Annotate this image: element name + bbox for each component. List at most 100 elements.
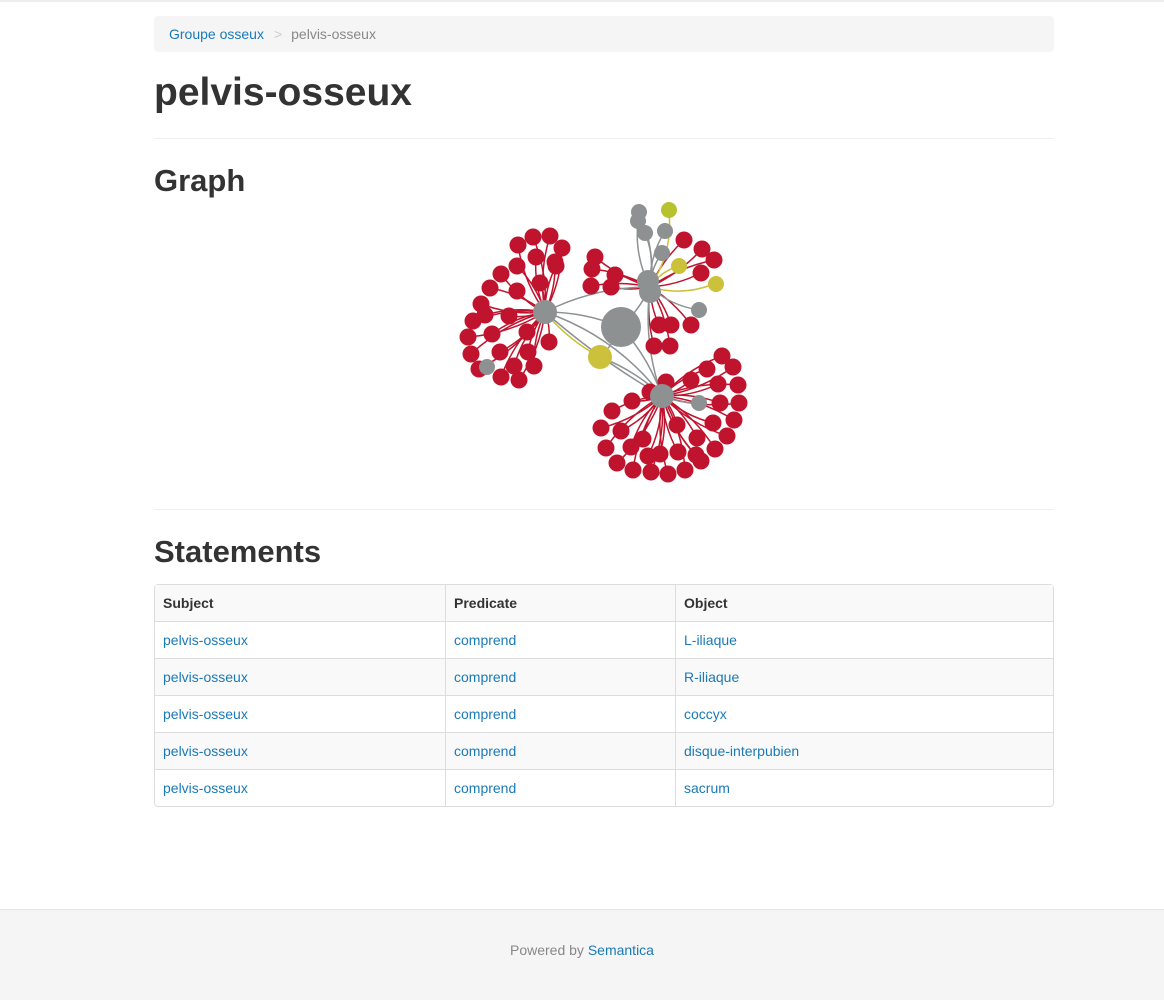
graph-node bbox=[688, 429, 706, 447]
graph-node bbox=[603, 402, 621, 420]
subject-link[interactable]: pelvis-osseux bbox=[163, 706, 248, 722]
graph-node bbox=[624, 461, 642, 479]
graph-heading: Graph bbox=[154, 163, 246, 198]
predicate-link[interactable]: comprend bbox=[454, 669, 516, 685]
subject-link[interactable]: pelvis-osseux bbox=[163, 743, 248, 759]
column-header-object: Object bbox=[675, 585, 1053, 622]
graph-node bbox=[657, 223, 673, 239]
graph-node bbox=[583, 260, 601, 278]
breadcrumb-current: pelvis-osseux bbox=[291, 26, 376, 42]
graph-node bbox=[645, 337, 663, 355]
column-header-predicate: Predicate bbox=[445, 585, 675, 622]
predicate-link[interactable]: comprend bbox=[454, 743, 516, 759]
table-row: pelvis-osseux comprend coccyx bbox=[155, 696, 1053, 733]
column-header-subject: Subject bbox=[155, 585, 445, 622]
graph-node bbox=[531, 274, 549, 292]
graph-node bbox=[691, 302, 707, 318]
graph-node bbox=[519, 343, 537, 361]
object-link[interactable]: L-iliaque bbox=[684, 632, 737, 648]
predicate-cell: comprend bbox=[445, 733, 675, 770]
graph-node bbox=[597, 439, 615, 457]
graph-node bbox=[637, 270, 659, 292]
graph-node bbox=[687, 446, 705, 464]
graph-node bbox=[509, 236, 527, 254]
graph-node bbox=[692, 264, 710, 282]
graph-node bbox=[601, 307, 641, 347]
object-cell: coccyx bbox=[675, 696, 1053, 733]
graph-node bbox=[661, 202, 677, 218]
graph-node bbox=[711, 394, 729, 412]
graph-node bbox=[705, 251, 723, 269]
predicate-cell: comprend bbox=[445, 659, 675, 696]
graph-node bbox=[602, 278, 620, 296]
footer-prefix: Powered by bbox=[510, 942, 584, 958]
object-link[interactable]: coccyx bbox=[684, 706, 727, 722]
graph-node bbox=[462, 345, 480, 363]
subject-cell: pelvis-osseux bbox=[155, 733, 445, 770]
graph-node bbox=[724, 358, 742, 376]
object-link[interactable]: sacrum bbox=[684, 780, 730, 796]
graph-node bbox=[676, 461, 694, 479]
table-row: pelvis-osseux comprend L-iliaque bbox=[155, 622, 1053, 659]
table-header-row: Subject Predicate Object bbox=[155, 585, 1053, 622]
graph-node bbox=[729, 376, 747, 394]
footer: Powered by Semantica bbox=[0, 909, 1164, 1000]
breadcrumb-separator: > bbox=[273, 26, 283, 42]
graph-node bbox=[639, 447, 657, 465]
graph-node bbox=[540, 333, 558, 351]
predicate-link[interactable]: comprend bbox=[454, 780, 516, 796]
subject-link[interactable]: pelvis-osseux bbox=[163, 632, 248, 648]
graph-node bbox=[518, 323, 536, 341]
graph-node bbox=[623, 392, 641, 410]
breadcrumb-link-groupe-osseux[interactable]: Groupe osseux bbox=[169, 26, 264, 42]
predicate-link[interactable]: comprend bbox=[454, 632, 516, 648]
graph-node bbox=[730, 394, 748, 412]
graph-node bbox=[706, 440, 724, 458]
graph-node bbox=[508, 257, 526, 275]
subject-link[interactable]: pelvis-osseux bbox=[163, 669, 248, 685]
graph-node bbox=[483, 325, 501, 343]
footer-link-semantica[interactable]: Semantica bbox=[588, 942, 654, 958]
subject-link[interactable]: pelvis-osseux bbox=[163, 780, 248, 796]
object-link[interactable]: R-iliaque bbox=[684, 669, 739, 685]
graph-node bbox=[612, 422, 630, 440]
graph-node bbox=[608, 454, 626, 472]
graph-node bbox=[476, 306, 494, 324]
graph-node bbox=[592, 419, 610, 437]
graph-node bbox=[541, 227, 559, 245]
graph-node bbox=[682, 371, 700, 389]
graph-node bbox=[637, 225, 653, 241]
breadcrumb: Groupe osseux > pelvis-osseux bbox=[154, 16, 1054, 52]
subject-cell: pelvis-osseux bbox=[155, 622, 445, 659]
graph-node bbox=[527, 248, 545, 266]
graph-node bbox=[588, 345, 612, 369]
network-graph[interactable] bbox=[154, 199, 1054, 509]
graph-node bbox=[459, 328, 477, 346]
graph-node bbox=[479, 359, 495, 375]
graph-node bbox=[505, 357, 523, 375]
page-title: pelvis-osseux bbox=[154, 71, 412, 114]
predicate-cell: comprend bbox=[445, 622, 675, 659]
graph-node bbox=[662, 316, 680, 334]
graph-node bbox=[718, 427, 736, 445]
graph-node bbox=[669, 443, 687, 461]
graph-node bbox=[582, 277, 600, 295]
object-link[interactable]: disque-interpubien bbox=[684, 743, 799, 759]
footer-credit: Powered by Semantica bbox=[0, 910, 1164, 958]
graph-node bbox=[650, 384, 674, 408]
graph-node bbox=[491, 343, 509, 361]
graph-node bbox=[725, 411, 743, 429]
graph-node bbox=[492, 368, 510, 386]
graph-node bbox=[642, 463, 660, 481]
main-container: Groupe osseux > pelvis-osseux pelvis-oss… bbox=[154, 16, 1054, 807]
statements-heading: Statements bbox=[154, 534, 322, 569]
predicate-link[interactable]: comprend bbox=[454, 706, 516, 722]
table-row: pelvis-osseux comprend R-iliaque bbox=[155, 659, 1053, 696]
graph-node bbox=[671, 258, 687, 274]
table-row: pelvis-osseux comprend disque-interpubie… bbox=[155, 733, 1053, 770]
table-row: pelvis-osseux comprend sacrum bbox=[155, 770, 1053, 806]
object-cell: L-iliaque bbox=[675, 622, 1053, 659]
graph-node bbox=[661, 337, 679, 355]
graph-node bbox=[622, 438, 640, 456]
graph-node bbox=[631, 204, 647, 220]
